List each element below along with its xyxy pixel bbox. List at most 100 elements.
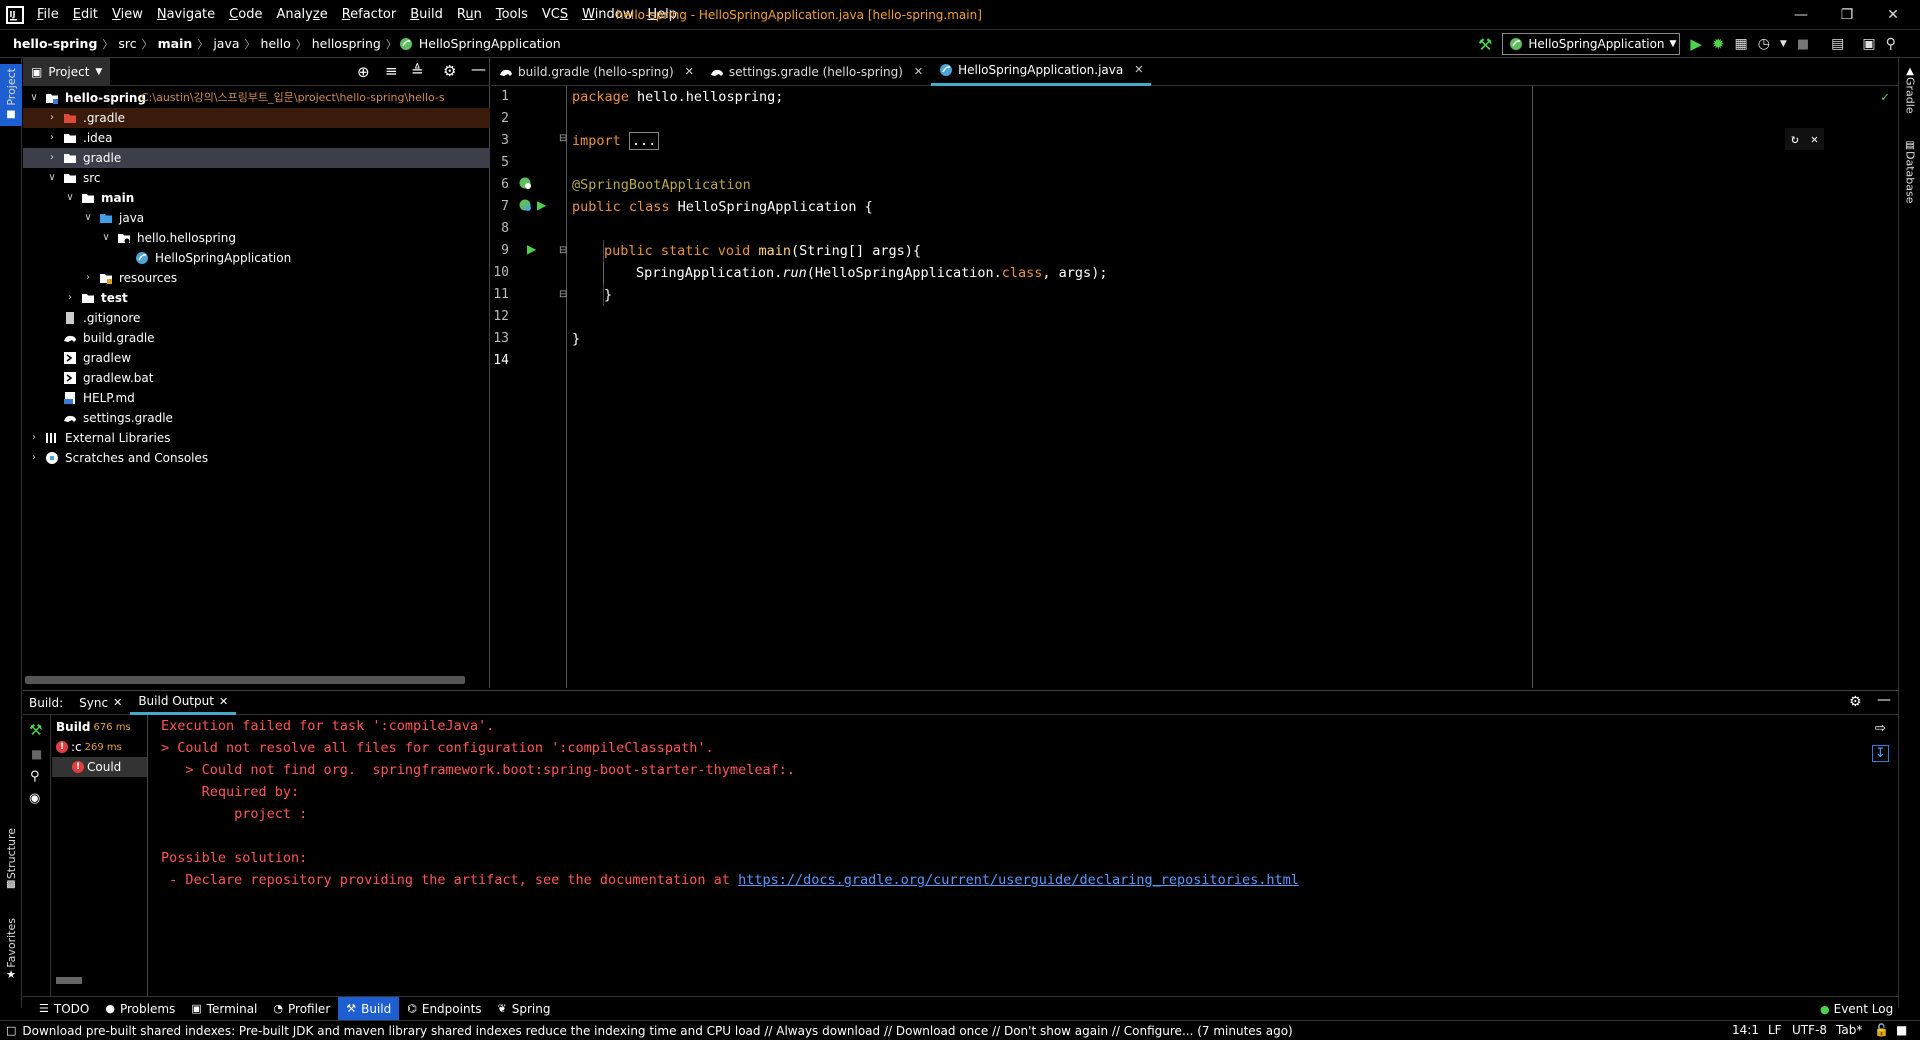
tree-item[interactable]: › .idea <box>23 128 490 148</box>
gradle-reload-icon[interactable]: ↻ <box>1791 132 1799 147</box>
database-tool-button[interactable]: ▤ Database <box>1899 140 1920 230</box>
menu-tools[interactable]: Tools <box>489 0 535 30</box>
hide-panel-icon[interactable]: — <box>471 60 486 78</box>
file-encoding[interactable]: UTF-8 <box>1792 1023 1827 1037</box>
pin-icon[interactable]: ⚲ <box>30 769 40 784</box>
tree-item[interactable]: ∨ java <box>23 208 490 228</box>
menu-navigate[interactable]: Navigate <box>150 0 222 30</box>
minimize-button[interactable]: — <box>1778 0 1824 30</box>
build-output-console[interactable]: Execution failed for task ':compileJava'… <box>149 715 1869 997</box>
menu-edit[interactable]: Edit <box>66 0 105 30</box>
indent-setting[interactable]: Tab* <box>1836 1023 1862 1037</box>
gradle-tool-button[interactable]: ▲ Gradle <box>1899 66 1920 136</box>
status-toggle-icon[interactable]: □ <box>0 1024 22 1037</box>
run-configuration-select[interactable]: HelloSpringApplication ▼ <box>1502 33 1681 55</box>
chevron-down-icon[interactable]: ∨ <box>83 208 93 228</box>
build-tree-item[interactable]: ! Could <box>52 757 147 777</box>
spring-bean-icon[interactable] <box>518 198 532 212</box>
menu-run[interactable]: Run <box>450 0 489 30</box>
chevron-right-icon[interactable]: › <box>47 108 57 128</box>
chevron-down-icon[interactable]: ∨ <box>47 168 57 188</box>
breadcrumb-item[interactable]: java <box>210 36 242 51</box>
run-gutter-icon[interactable]: ▶ <box>537 198 546 212</box>
gear-icon[interactable]: ⚙ <box>1849 694 1862 710</box>
project-tool-button[interactable]: Project ■ <box>0 64 22 126</box>
menu-analyze[interactable]: Analyze <box>269 0 334 30</box>
favorites-tool-button[interactable]: Favorites ★ <box>0 918 22 998</box>
tree-item[interactable]: settings.gradle <box>23 408 490 428</box>
stop-icon[interactable]: ■ <box>31 747 42 761</box>
breadcrumb-item[interactable]: src <box>115 36 139 51</box>
horizontal-scrollbar[interactable] <box>56 977 82 984</box>
chevron-down-icon[interactable]: ▼ <box>1780 39 1787 49</box>
tree-item[interactable]: gradlew.bat <box>23 368 490 388</box>
profile-icon[interactable]: ◷ <box>1758 36 1770 52</box>
close-icon[interactable]: ✕ <box>219 695 228 708</box>
menu-file[interactable]: File <box>30 0 66 30</box>
caret-position[interactable]: 14:1 <box>1732 1023 1759 1037</box>
soft-wrap-icon[interactable]: ⇨ <box>1875 721 1886 736</box>
ide-window-icon[interactable]: ▣ <box>1862 36 1875 52</box>
coverage-icon[interactable]: ▦ <box>1734 36 1747 52</box>
tree-item[interactable]: › External Libraries <box>23 428 490 448</box>
close-icon[interactable]: ✕ <box>1134 56 1143 84</box>
build-hammer-icon[interactable]: ⚒ <box>29 721 42 739</box>
restore-button[interactable]: ❐ <box>1824 0 1870 30</box>
editor-tab[interactable]: build.gradle (hello-spring) ✕ <box>491 58 702 86</box>
chevron-right-icon[interactable]: › <box>47 148 57 168</box>
close-icon[interactable]: ✕ <box>914 58 923 86</box>
chevron-right-icon[interactable]: › <box>83 268 93 288</box>
chevron-down-icon[interactable]: ∨ <box>65 188 75 208</box>
tree-item[interactable]: › Scratches and Consoles <box>23 448 490 468</box>
menu-view[interactable]: View <box>105 0 150 30</box>
debug-icon[interactable]: ✹ <box>1712 35 1725 53</box>
tree-item[interactable]: › test <box>23 288 490 308</box>
expand-all-icon[interactable]: ≡ <box>385 62 398 80</box>
close-window-button[interactable]: ✕ <box>1870 0 1916 30</box>
chevron-right-icon[interactable]: › <box>47 128 57 148</box>
tree-item[interactable]: › .gradle <box>23 108 490 128</box>
tree-item[interactable]: › gradle <box>23 148 490 168</box>
tree-item[interactable]: HELP.md <box>23 388 490 408</box>
chevron-down-icon[interactable]: ∨ <box>101 228 111 248</box>
stop-icon[interactable]: ■ <box>1797 37 1809 52</box>
menu-build[interactable]: Build <box>403 0 450 30</box>
close-icon[interactable]: ✕ <box>113 696 122 709</box>
tool-window-terminal[interactable]: ▣ Terminal <box>183 997 265 1021</box>
line-separator[interactable]: LF <box>1768 1023 1782 1037</box>
menu-vcs[interactable]: VCS <box>535 0 575 30</box>
tool-window-todo[interactable]: ☰ TODO <box>31 997 97 1021</box>
close-icon[interactable]: ✕ <box>685 58 694 86</box>
tree-item[interactable]: build.gradle <box>23 328 490 348</box>
breadcrumb-item[interactable]: main <box>155 36 196 51</box>
locate-file-icon[interactable]: ⊕ <box>357 63 370 81</box>
search-icon[interactable]: ⚲ <box>1886 36 1896 52</box>
status-message[interactable]: Download pre-built shared indexes: Pre-b… <box>22 1024 1292 1038</box>
tool-window-spring[interactable]: ❦ Spring <box>490 997 559 1021</box>
horizontal-scrollbar[interactable] <box>25 676 465 684</box>
project-view-selector[interactable]: ▣ Project ▼ <box>23 57 111 86</box>
lock-icon[interactable]: 🔓 <box>1874 1023 1889 1037</box>
build-tree-item[interactable]: Build 676 ms <box>52 717 147 737</box>
build-tree-item[interactable]: !:c 269 ms <box>52 737 147 757</box>
build-tab[interactable]: Sync ✕ <box>71 691 130 715</box>
structure-tool-button[interactable]: Structure ▩ <box>0 828 22 908</box>
tree-root-item[interactable]: ∨ hello-spring C:\austin\강의\스프링부트_입문\pro… <box>23 88 490 108</box>
eye-icon[interactable]: ◉ <box>29 791 40 806</box>
breadcrumb-item[interactable]: hello-spring <box>10 36 100 51</box>
scroll-to-end-icon[interactable]: ↧ <box>1872 745 1889 762</box>
menu-code[interactable]: Code <box>222 0 269 30</box>
hide-panel-icon[interactable]: — <box>1877 692 1891 708</box>
tool-window-profiler[interactable]: ◔ Profiler <box>265 997 338 1021</box>
editor-tab[interactable]: settings.gradle (hello-spring) ✕ <box>702 58 931 86</box>
gear-icon[interactable]: ⚙ <box>443 62 456 80</box>
event-log-button[interactable]: ● Event Log <box>1820 997 1893 1021</box>
run-icon[interactable]: ▶ <box>1690 35 1702 53</box>
folded-imports[interactable]: ... <box>628 132 660 150</box>
run-gutter-icon[interactable]: ▶ <box>527 242 536 256</box>
editor-tab[interactable]: HelloSpringApplication.java ✕ <box>931 56 1152 86</box>
close-icon[interactable]: ✕ <box>1811 132 1818 146</box>
code-editor[interactable]: package hello.hellospring; import ... @S… <box>567 86 1898 688</box>
breadcrumb-item[interactable]: hello <box>258 36 294 51</box>
memory-icon[interactable]: ■ <box>1896 1023 1907 1037</box>
